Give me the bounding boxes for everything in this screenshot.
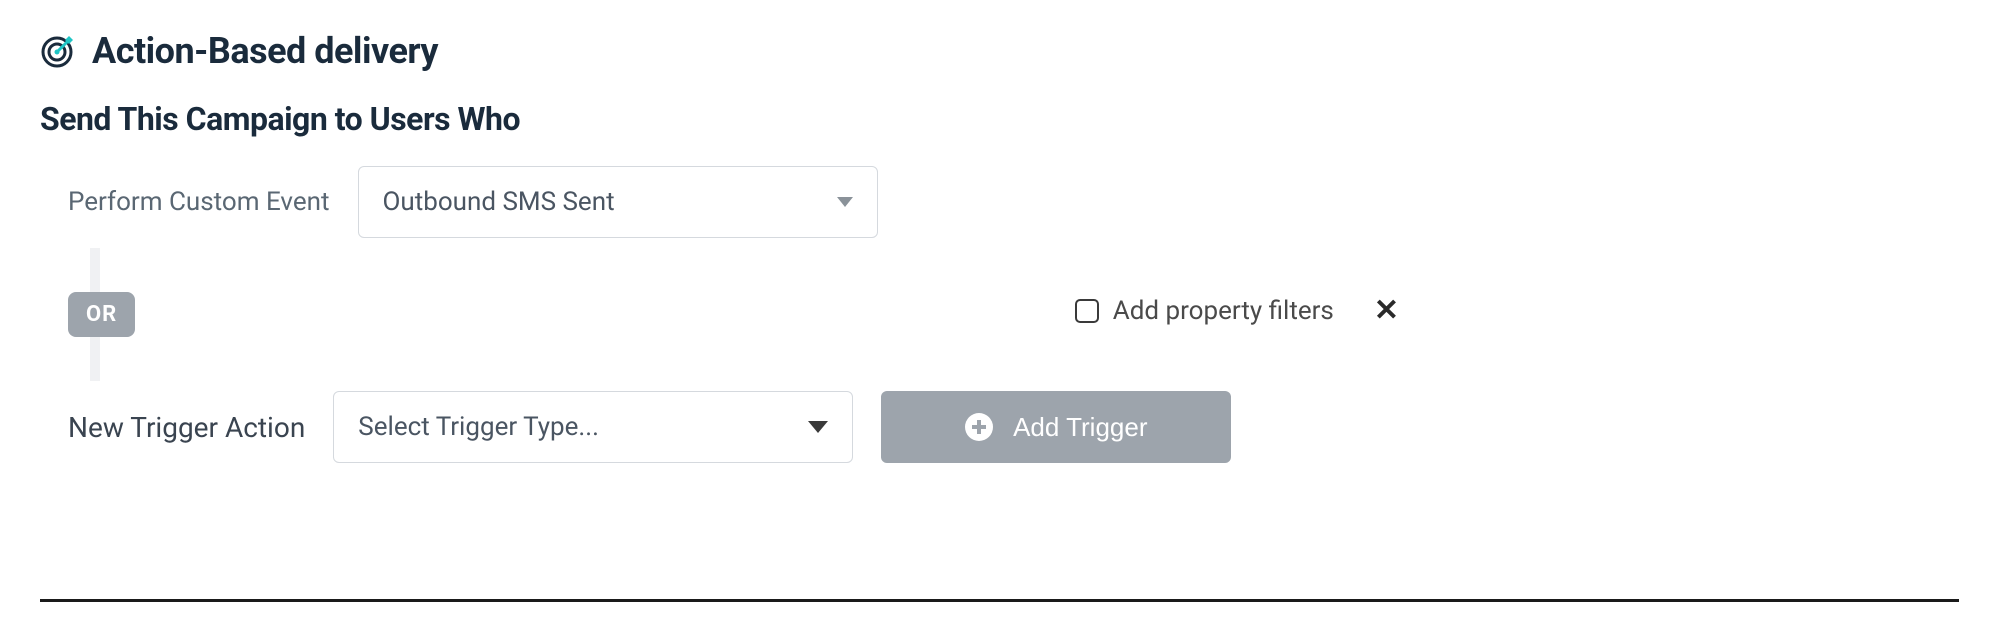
trigger-type-select[interactable]: Select Trigger Type... [333, 391, 853, 463]
trigger-row-2: New Trigger Action Select Trigger Type..… [68, 391, 1959, 463]
trigger-label-2: New Trigger Action [68, 411, 305, 444]
close-icon[interactable]: ✕ [1374, 296, 1399, 326]
checkbox-icon [1075, 299, 1099, 323]
trigger-type-placeholder: Select Trigger Type... [358, 412, 599, 442]
trigger-label-1: Perform Custom Event [68, 187, 330, 217]
page-title: Action-Based delivery [92, 30, 438, 72]
add-property-filters-label: Add property filters [1113, 296, 1334, 326]
subtitle: Send This Campaign to Users Who [40, 100, 1959, 138]
custom-event-select[interactable]: Outbound SMS Sent [358, 166, 878, 238]
section-header: Action-Based delivery [40, 30, 1959, 72]
or-badge: OR [68, 292, 135, 337]
plus-circle-icon [965, 413, 993, 441]
row-controls: Add property filters ✕ [1075, 296, 1399, 326]
chevron-down-icon [837, 197, 853, 207]
trigger-row-1: Perform Custom Event Outbound SMS Sent [68, 166, 1959, 238]
add-trigger-label: Add Trigger [1013, 412, 1147, 443]
target-icon [40, 33, 76, 69]
add-property-filters-checkbox[interactable]: Add property filters [1075, 296, 1334, 326]
custom-event-value: Outbound SMS Sent [383, 187, 615, 217]
chevron-down-icon [808, 421, 828, 433]
or-divider-section: OR Add property filters ✕ [40, 248, 1959, 381]
add-trigger-button[interactable]: Add Trigger [881, 391, 1231, 463]
bottom-border [40, 599, 1959, 602]
